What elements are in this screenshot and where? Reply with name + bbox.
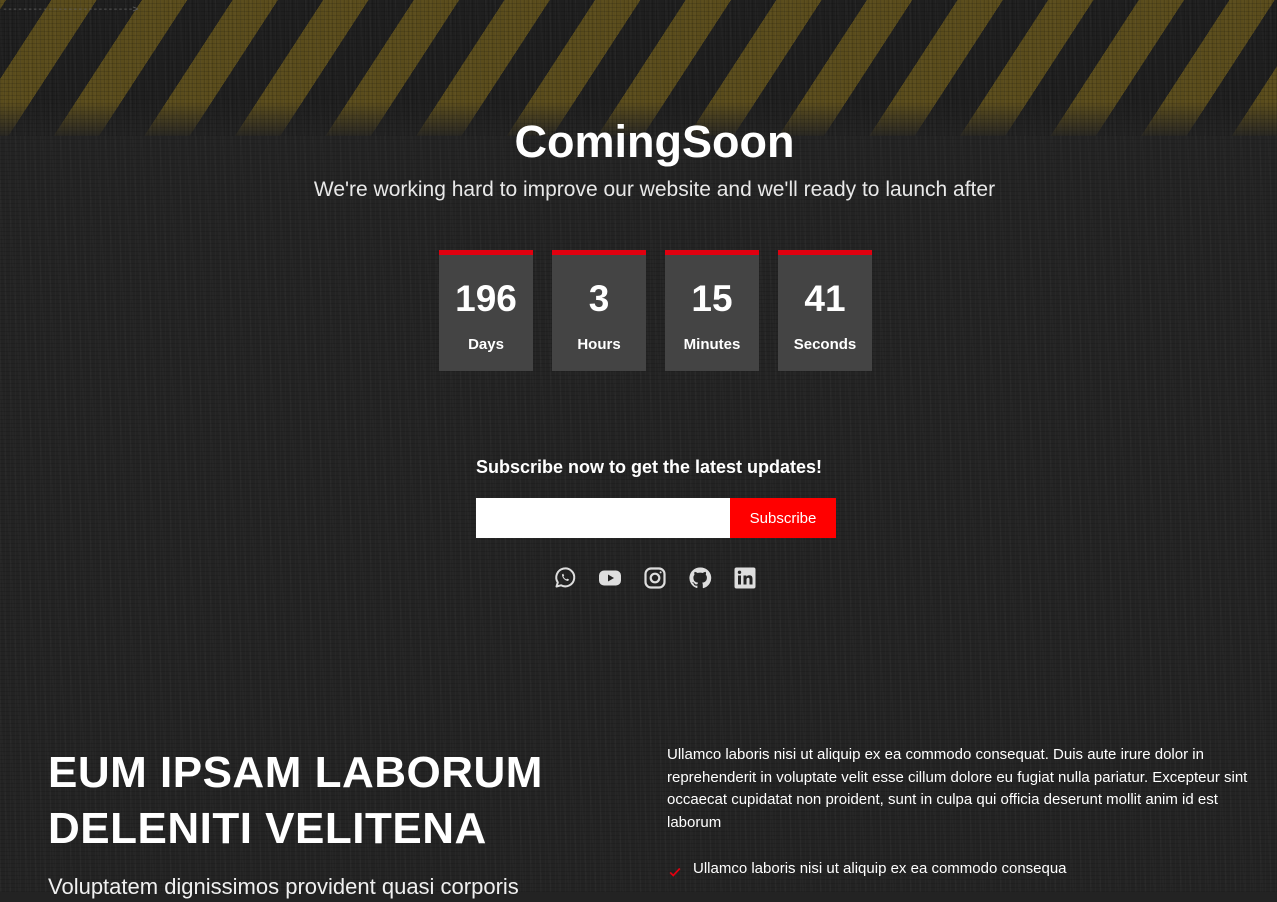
countdown-seconds-value: 41 (804, 278, 846, 319)
youtube-icon[interactable] (598, 566, 622, 590)
about-heading: EUM IPSAM LABORUM DELENITI VELITENA (48, 745, 608, 857)
countdown-seconds-label: Seconds (793, 336, 857, 353)
top-left-link[interactable]: --------------------------> (2, 4, 230, 16)
about-paragraph: Ullamco laboris nisi ut aliquip ex ea co… (667, 746, 1248, 831)
countdown-timer: 196 Days 3 Hours 15 Minutes 41 Seconds (439, 250, 872, 371)
page-subtitle: We're working hard to improve our websit… (313, 178, 996, 201)
subscribe-form: Subscribe (476, 498, 836, 538)
countdown-hours-value: 3 (588, 278, 610, 319)
email-input[interactable] (476, 498, 730, 538)
check-icon (667, 864, 683, 880)
countdown-days: 196 Days (439, 250, 533, 371)
countdown-hours-label: Hours (577, 336, 621, 353)
countdown-days-label: Days (468, 336, 504, 353)
subscribe-heading: Subscribe now to get the latest updates! (476, 457, 823, 477)
about-lead: Voluptatem dignissimos provident quasi c… (48, 874, 519, 899)
countdown-days-value: 196 (455, 278, 517, 319)
subscribe-button[interactable]: Subscribe (730, 498, 836, 538)
linkedin-icon[interactable] (733, 566, 757, 590)
social-links (553, 566, 757, 590)
list-item: Ullamco laboris nisi ut aliquip ex ea co… (667, 858, 1067, 880)
whatsapp-icon[interactable] (553, 566, 577, 590)
page-title: ComingSoon (514, 116, 795, 167)
countdown-minutes: 15 Minutes (665, 250, 759, 371)
github-icon[interactable] (688, 566, 712, 590)
instagram-icon[interactable] (643, 566, 667, 590)
about-heading-line1: EUM IPSAM LABORUM (48, 748, 543, 797)
about-heading-line2: DELENITI VELITENA (48, 804, 487, 853)
countdown-minutes-label: Minutes (683, 336, 741, 353)
countdown-hours: 3 Hours (552, 250, 646, 371)
countdown-minutes-value: 15 (691, 278, 733, 319)
countdown-seconds: 41 Seconds (778, 250, 872, 371)
list-item-text: Ullamco laboris nisi ut aliquip ex ea co… (693, 860, 1067, 877)
